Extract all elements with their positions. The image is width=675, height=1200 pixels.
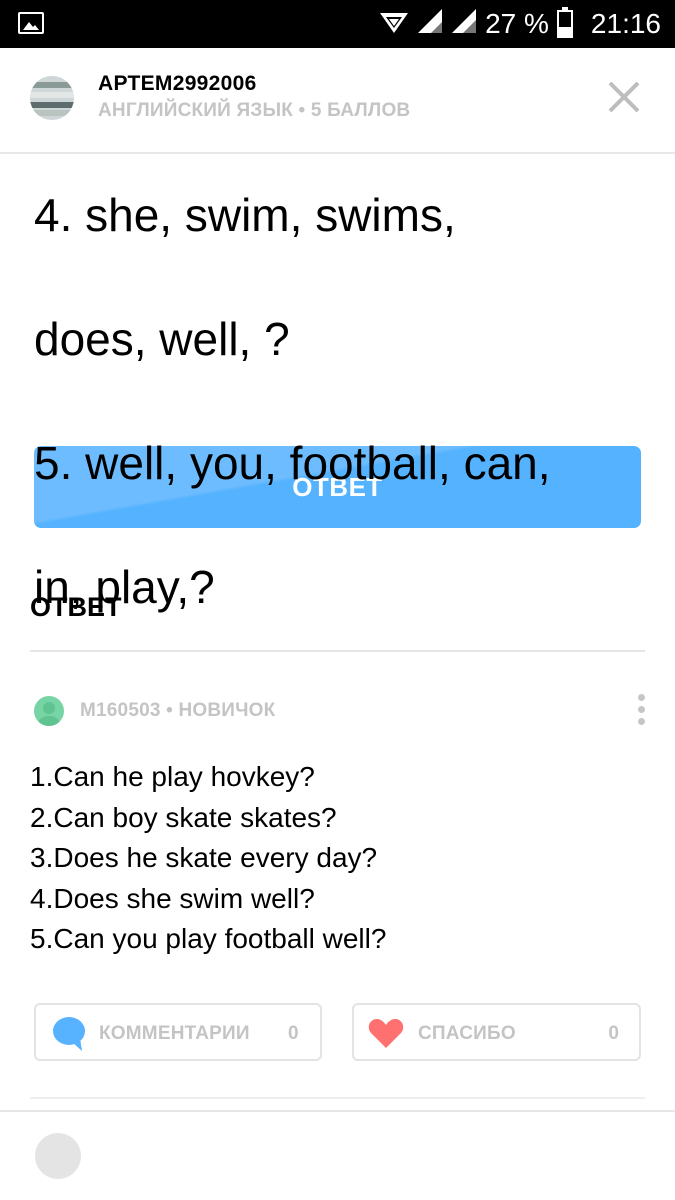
divider xyxy=(0,1110,675,1112)
battery-icon xyxy=(556,7,573,38)
question-header: АРТЕМ2992006 АНГЛИЙСКИЙ ЯЗЫК • 5 БАЛЛОВ xyxy=(0,48,675,154)
thanks-count: 0 xyxy=(608,1023,619,1044)
answer-line: 4.Does she swim well? xyxy=(30,882,315,914)
subject-points: АНГЛИЙСКИЙ ЯЗЫК • 5 БАЛЛОВ xyxy=(98,100,411,121)
answerer-name[interactable]: M160503 • НОВИЧОК xyxy=(80,700,275,722)
thanks-label: СПАСИБО xyxy=(418,1023,516,1044)
answer-line: 3.Does he skate every day? xyxy=(30,842,378,873)
asker-avatar[interactable] xyxy=(30,76,74,120)
asker-username[interactable]: АРТЕМ2992006 xyxy=(98,72,257,96)
thanks-button[interactable]: СПАСИБО 0 xyxy=(352,1003,641,1061)
question-line: 4. she, swim, swims, xyxy=(34,189,456,241)
answer-line: 1.Can he play hovkey? xyxy=(30,761,315,792)
answer-body: 1.Can he play hovkey? 2.Can boy skate sk… xyxy=(30,757,650,960)
question-line: 5. well, you, football, can, xyxy=(34,437,551,489)
answer-line: 5.Can you play football well? xyxy=(30,923,387,954)
comments-button[interactable]: КОММЕНТАРИИ 0 xyxy=(34,1003,322,1061)
signal-icon xyxy=(417,8,443,41)
gallery-icon xyxy=(18,12,44,34)
answer-line: 2.Can boy skate skates? xyxy=(30,801,337,833)
signal-icon xyxy=(451,8,477,41)
divider xyxy=(30,1097,645,1099)
comment-bubble-icon xyxy=(52,1016,86,1057)
question-text: 4. she, swim, swims, does, well, ? 5. we… xyxy=(34,122,654,680)
status-bar: 27 % 21:16 xyxy=(0,0,675,48)
close-icon[interactable] xyxy=(607,80,641,114)
comments-count: 0 xyxy=(288,1023,299,1044)
comments-label: КОММЕНТАРИИ xyxy=(99,1023,250,1044)
question-line: in, play,? xyxy=(34,561,215,613)
question-line: does, well, ? xyxy=(34,313,290,365)
more-options-icon[interactable] xyxy=(630,694,652,732)
battery-percent: 27 % xyxy=(485,8,549,39)
heart-icon xyxy=(368,1019,404,1054)
clock: 21:16 xyxy=(590,8,661,39)
data-arrows-icon xyxy=(379,7,409,42)
next-answer-avatar[interactable] xyxy=(35,1133,81,1179)
answerer-avatar[interactable] xyxy=(34,696,64,726)
